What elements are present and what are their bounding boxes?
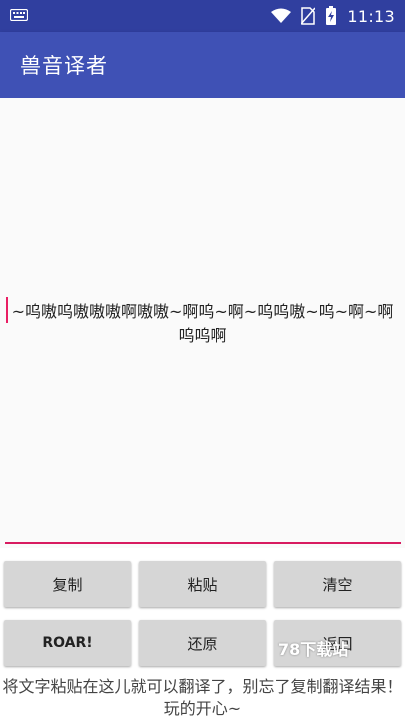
paste-button[interactable]: 粘贴 xyxy=(139,561,266,607)
restore-button[interactable]: 还原 xyxy=(139,620,266,666)
no-sim-icon xyxy=(301,7,316,25)
translation-text[interactable]: ~呜嗷呜嗷嗷嗷啊嗷嗷~啊呜~啊~呜呜嗷~呜~啊~啊呜呜啊 xyxy=(4,300,401,348)
input-underline xyxy=(5,542,401,544)
app-title: 兽音译者 xyxy=(20,54,108,78)
wifi-icon xyxy=(271,8,292,23)
keyboard-icon xyxy=(10,9,28,21)
status-bar: 11:13 xyxy=(0,0,405,32)
battery-charging-icon xyxy=(326,6,337,25)
clear-button[interactable]: 清空 xyxy=(274,561,401,607)
text-area[interactable]: ~呜嗷呜嗷嗷嗷啊嗷嗷~啊呜~啊~呜呜嗷~呜~啊~啊呜呜啊 xyxy=(0,98,405,548)
app-bar: 兽音译者 xyxy=(0,32,405,98)
roar-button[interactable]: ROAR! xyxy=(4,620,131,666)
hint-text: 将文字粘贴在这儿就可以翻译了，别忘了复制翻译结果！玩的开心~ xyxy=(2,677,403,718)
text-cursor xyxy=(6,297,8,323)
copy-button[interactable]: 复制 xyxy=(4,561,131,607)
status-time: 11:13 xyxy=(347,6,395,26)
watermark: 78下载站 xyxy=(278,640,349,659)
